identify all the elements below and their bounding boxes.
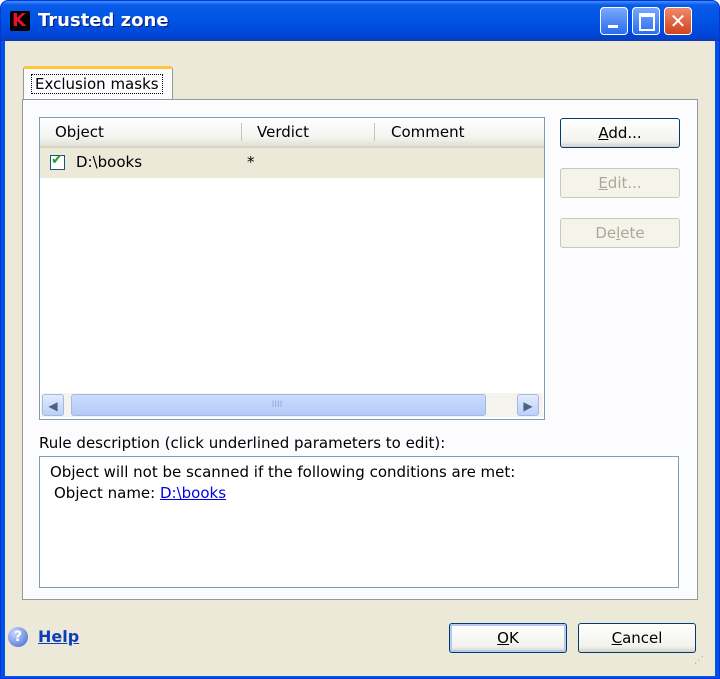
column-header-object[interactable]: Object [55, 118, 104, 146]
close-button[interactable]: ✕ [664, 7, 692, 35]
scroll-right-button[interactable]: ▶ [517, 394, 539, 416]
ok-button[interactable]: OK [449, 623, 567, 653]
delete-button[interactable]: Delete [560, 218, 680, 248]
help-icon[interactable]: ? [8, 627, 28, 647]
column-header-comment[interactable]: Comment [391, 118, 465, 146]
rule-description-label: Rule description (click underlined param… [39, 434, 446, 452]
ok-label-post: K [508, 629, 519, 647]
list-header: Object Verdict Comment [40, 118, 544, 148]
column-divider[interactable] [374, 123, 375, 141]
minimize-button[interactable] [600, 7, 628, 35]
kaspersky-logo-icon: K [10, 10, 30, 31]
add-accel-key: A [598, 124, 609, 142]
rule-condition-text: Object will not be scanned if the follow… [50, 463, 516, 481]
cancel-label-post: ancel [622, 629, 663, 647]
edit-button[interactable]: Edit... [560, 168, 680, 198]
edit-label-post: dit... [607, 174, 642, 192]
add-button[interactable]: Add... [560, 118, 680, 148]
rule-object-name-label: Object name: [54, 484, 160, 502]
cell-object: D:\books [76, 153, 143, 171]
ok-accel-key: O [497, 629, 509, 647]
tab-exclusion-masks[interactable]: Exclusion masks [23, 66, 173, 100]
scroll-thumb[interactable]: IIII [71, 394, 486, 416]
rule-object-name-line: Object name: D:\books [54, 484, 226, 502]
cell-verdict: * [247, 153, 255, 171]
edit-accel-key: E [598, 174, 608, 192]
delete-label-pre: De [595, 224, 617, 242]
rule-description-box: Object will not be scanned if the follow… [39, 456, 679, 588]
scroll-grip-icon: IIII [271, 400, 283, 410]
help-link[interactable]: Help [38, 627, 79, 646]
checkmark-icon: ✔ [51, 152, 63, 168]
title-bar[interactable]: K Trusted zone ✕ [1, 1, 719, 41]
window-title: Trusted zone [38, 10, 169, 31]
horizontal-scrollbar[interactable]: ◀ IIII ▶ [41, 393, 543, 417]
column-divider[interactable] [241, 123, 242, 141]
object-name-link[interactable]: D:\books [160, 484, 226, 502]
delete-label-post: ete [620, 224, 645, 242]
close-icon: ✕ [669, 9, 687, 33]
resize-grip-icon[interactable]: ⋰ [694, 655, 714, 675]
exclusion-list[interactable]: Object Verdict Comment ✔ D:\books * ◀ II… [39, 117, 545, 420]
cancel-accel-key: C [611, 629, 623, 647]
maximize-button[interactable] [632, 7, 660, 35]
row-checkbox[interactable]: ✔ [50, 152, 65, 170]
scroll-left-button[interactable]: ◀ [42, 394, 64, 416]
add-label-post: dd... [608, 124, 642, 142]
tab-label: Exclusion masks [31, 74, 163, 94]
column-header-verdict[interactable]: Verdict [257, 118, 309, 146]
list-item[interactable]: ✔ D:\books * [40, 148, 544, 178]
cancel-button[interactable]: Cancel [578, 623, 696, 653]
